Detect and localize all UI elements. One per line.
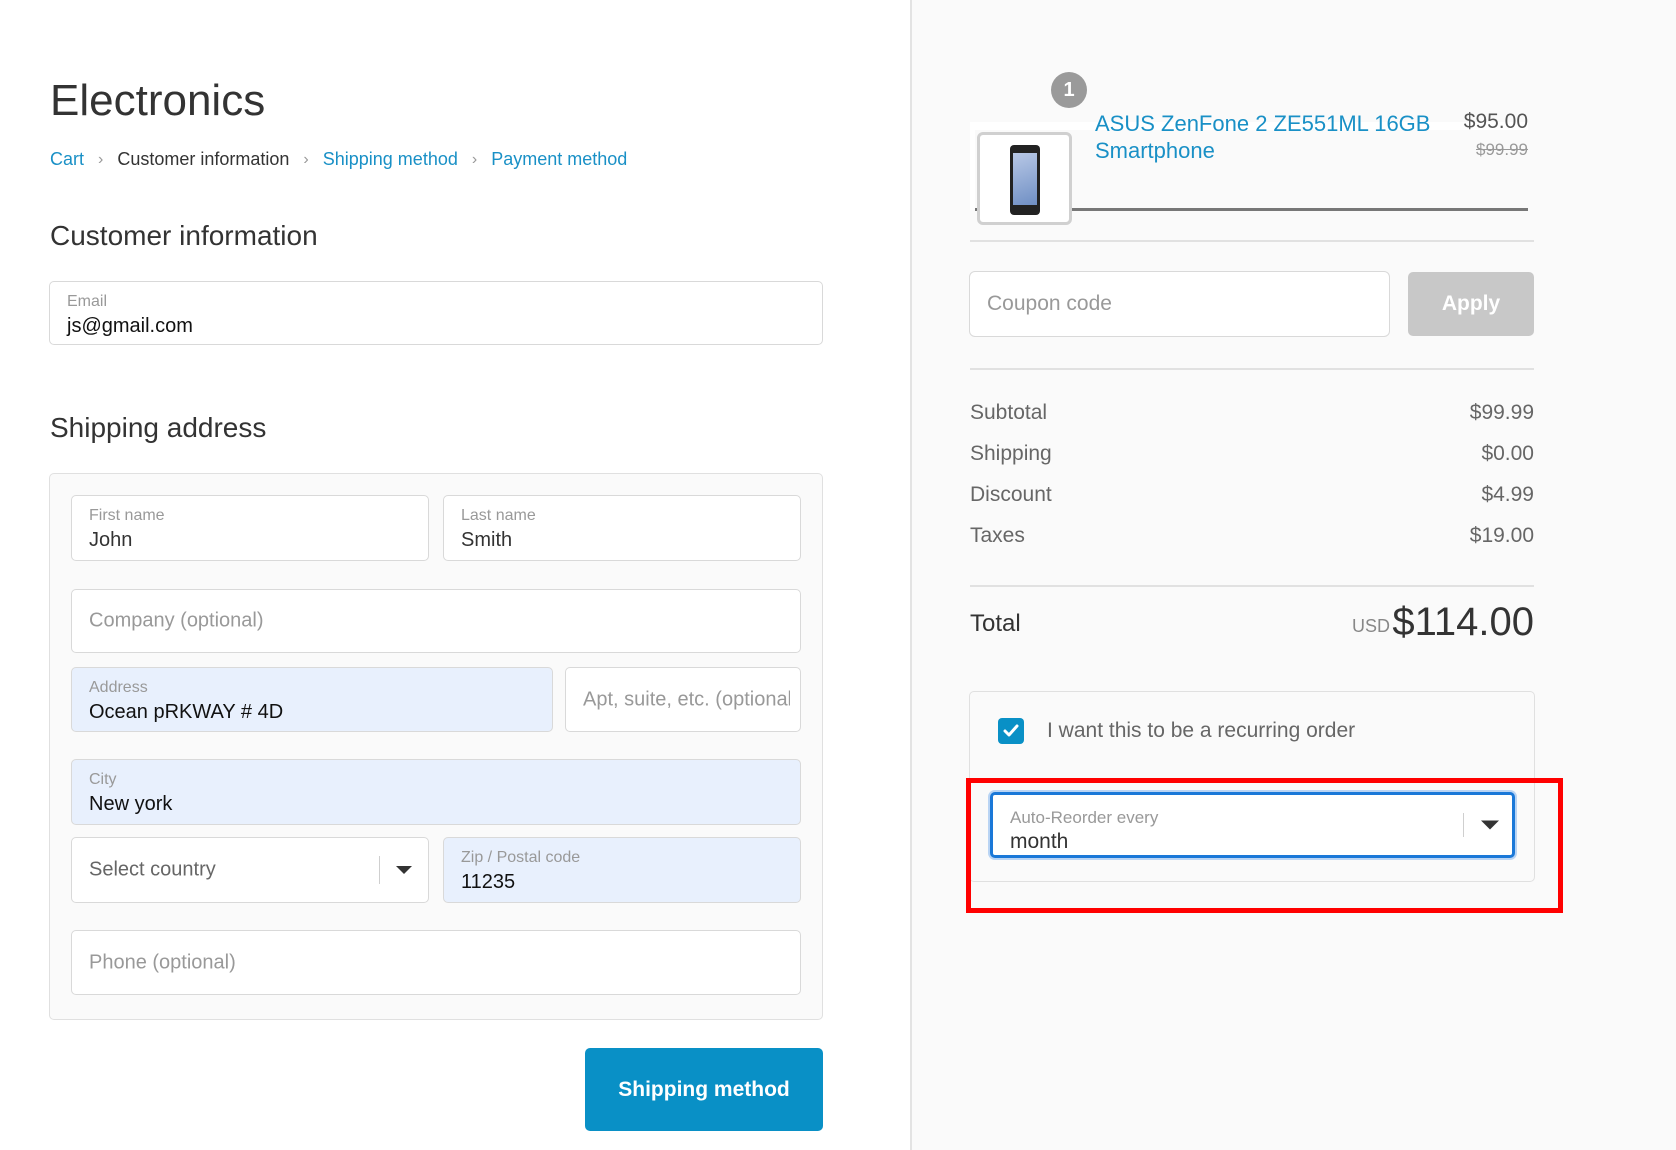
email-field[interactable]: Email js@gmail.com	[49, 281, 823, 345]
breadcrumb-shipping-method[interactable]: Shipping method	[323, 149, 458, 170]
summary-label: Subtotal	[970, 401, 1048, 424]
divider	[970, 585, 1534, 587]
summary-value: $99.99	[1469, 401, 1534, 424]
continue-to-shipping-method-button[interactable]: Shipping method	[585, 1048, 823, 1131]
select-divider	[1463, 813, 1464, 837]
country-placeholder: Select country	[89, 858, 216, 881]
summary-value: $0.00	[1481, 442, 1534, 465]
phone-image-icon	[1010, 145, 1040, 215]
summary-label: Taxes	[970, 524, 1025, 547]
summary-label: Shipping	[970, 442, 1052, 465]
product-price: $95.00	[1463, 110, 1528, 133]
zip-label: Zip / Postal code	[461, 849, 581, 866]
apply-coupon-button[interactable]: Apply	[1408, 272, 1534, 336]
apt-placeholder: Apt, suite, etc. (optional)	[583, 688, 790, 710]
total-currency: USD	[1352, 616, 1391, 636]
summary-label: Discount	[970, 483, 1052, 506]
address-value: Ocean pRKWAY # 4D	[89, 701, 284, 723]
summary-value: $4.99	[1481, 483, 1534, 506]
total-value: $114.00	[1392, 600, 1534, 644]
divider	[970, 368, 1534, 370]
auto-reorder-label: Auto-Reorder every	[1010, 808, 1159, 827]
select-divider	[379, 856, 380, 884]
email-label: Email	[67, 293, 108, 310]
summary-value: $19.00	[1469, 524, 1534, 547]
first-name-value: John	[89, 529, 133, 551]
last-name-label: Last name	[461, 507, 536, 524]
recurring-order-label[interactable]: I want this to be a recurring order	[1047, 719, 1355, 743]
checkout-main: Electronics Cart › Customer information …	[0, 0, 910, 1150]
zip-value: 11235	[461, 871, 516, 893]
email-value: js@gmail.com	[67, 315, 193, 337]
recurring-order-checkbox[interactable]	[998, 718, 1024, 744]
breadcrumb-cart[interactable]: Cart	[50, 149, 84, 170]
auto-reorder-value: month	[1010, 830, 1069, 853]
country-select[interactable]: Select country	[71, 837, 429, 903]
customer-information-heading: Customer information	[50, 220, 318, 251]
chevron-right-icon: ›	[471, 150, 478, 168]
chevron-right-icon: ›	[98, 150, 104, 168]
last-name-value: Smith	[461, 529, 513, 551]
company-field[interactable]: Company (optional)	[71, 589, 801, 653]
store-title: Electronics	[50, 76, 266, 125]
first-name-label: First name	[89, 507, 165, 524]
city-label: City	[89, 771, 117, 788]
coupon-placeholder: Coupon code	[987, 292, 1112, 315]
breadcrumb-customer-information: Customer information	[117, 149, 290, 169]
coupon-code-input[interactable]: Coupon code	[969, 271, 1390, 337]
phone-field[interactable]: Phone (optional)	[71, 930, 801, 995]
apt-field[interactable]: Apt, suite, etc. (optional)	[565, 667, 801, 732]
caret-down-icon[interactable]	[1481, 820, 1499, 830]
city-field[interactable]: City New york	[71, 759, 801, 825]
breadcrumb: Cart › Customer information › Shipping m…	[50, 149, 627, 170]
divider	[970, 240, 1534, 242]
checkmark-icon	[1003, 724, 1019, 737]
chevron-right-icon: ›	[303, 150, 309, 168]
zip-field[interactable]: Zip / Postal code 11235	[443, 837, 801, 903]
caret-down-icon[interactable]	[396, 866, 412, 874]
product-thumbnail	[977, 132, 1072, 225]
total-label: Total	[970, 610, 1021, 637]
breadcrumb-payment-method[interactable]: Payment method	[491, 149, 627, 170]
auto-reorder-frequency-select[interactable]: Auto-Reorder every month	[990, 792, 1515, 858]
shipping-address-heading: Shipping address	[50, 412, 267, 443]
quantity-badge: 1	[1051, 72, 1087, 108]
address-field[interactable]: Address Ocean pRKWAY # 4D	[71, 667, 553, 732]
phone-placeholder: Phone (optional)	[89, 951, 236, 973]
address-label: Address	[89, 679, 148, 696]
city-value: New york	[89, 793, 173, 815]
first-name-field[interactable]: First name John	[71, 495, 429, 561]
last-name-field[interactable]: Last name Smith	[443, 495, 801, 561]
product-original-price: $99.99	[1476, 140, 1528, 159]
company-placeholder: Company (optional)	[89, 609, 264, 632]
product-name-link[interactable]: ASUS ZenFone 2 ZE551ML 16GB Smartphone	[1095, 110, 1435, 164]
